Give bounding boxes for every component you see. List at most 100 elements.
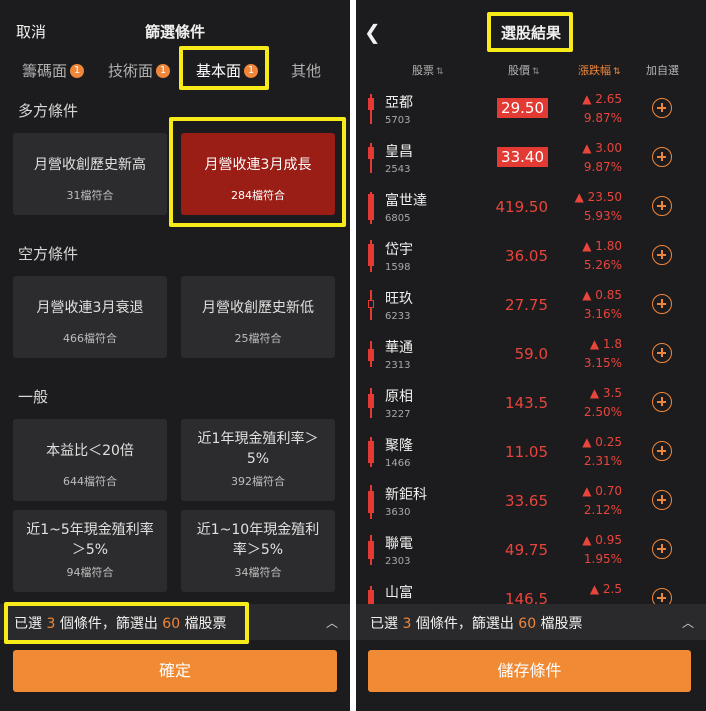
selection-summary-bar[interactable]: 已選 3 個條件，篩選出 60 檔股票 ︿ [356,604,706,640]
change-percent: 2.50% [583,405,622,419]
column-header-stock[interactable]: 股票 ⇅ [412,62,444,78]
candlestick-icon [368,94,374,124]
condition-count: 94檔符合 [66,566,114,579]
stock-name: 新鉅科 [385,487,427,503]
change-percent: 2.12% [583,503,622,517]
change-percent: 3.15% [583,356,622,370]
price-change: ▲ 2.5 [589,582,622,596]
change-percent: 5.26% [583,258,622,272]
tab-chips[interactable]: 籌碼面 1 [22,60,85,81]
price-change: ▲ 1.80 [582,239,622,253]
table-row[interactable]: 聯電 2303 49.75 ▲ 0.95 1.95% [356,529,706,578]
tab-label: 其他 [291,62,322,80]
condition-label: 近1~5年現金殖利率＞5% [26,522,154,558]
condition-count: 31檔符合 [66,189,114,202]
condition-card[interactable]: 近1年現金殖利率＞5% 392檔符合 [181,419,335,501]
stock-code: 1466 [385,458,411,469]
summary-middle: 個條件，篩選出 [411,616,519,632]
price-change: ▲ 0.85 [582,288,622,302]
candlestick-icon [368,437,374,467]
selection-summary: 已選 3 個條件，篩選出 60 檔股票 [370,613,583,633]
sort-icon: ⇅ [532,67,540,77]
stock-code: 6233 [385,311,411,322]
price-change: ▲ 0.70 [582,484,622,498]
column-header-price[interactable]: 股價 ⇅ [508,62,540,78]
candlestick-icon [368,388,374,418]
table-row[interactable]: 華通 2313 59.0 ▲ 1.8 3.15% [356,333,706,382]
price-change: ▲ 3.00 [582,141,622,155]
summary-prefix: 已選 [370,616,403,632]
table-row[interactable]: 亞都 5703 29.50 ▲ 2.65 9.87% [356,88,706,137]
stock-code: 1598 [385,262,411,273]
column-label: 股票 [412,64,434,77]
change-percent: 1.95% [583,552,622,566]
condition-card[interactable]: 月營收創歷史新高 31檔符合 [13,133,167,215]
price-change: ▲ 1.8 [589,337,622,351]
table-row[interactable]: 旺玖 6233 27.75 ▲ 0.85 3.16% [356,284,706,333]
change-percent: 9.87% [583,111,622,125]
add-watchlist-icon[interactable] [652,441,672,461]
stock-code: 2543 [385,164,411,175]
condition-card[interactable]: 月營收創歷史新低 25檔符合 [181,276,335,358]
add-watchlist-icon[interactable] [652,196,672,216]
stock-name: 皇昌 [385,144,413,160]
table-row[interactable]: 聚隆 1466 11.05 ▲ 0.25 2.31% [356,431,706,480]
tab-badge: 1 [156,63,171,78]
candlestick-icon [368,240,374,272]
add-watchlist-icon[interactable] [652,490,672,510]
table-row[interactable]: 皇昌 2543 33.40 ▲ 3.00 9.87% [356,137,706,186]
condition-label: 月營收創歷史新高 [34,157,146,173]
table-row[interactable]: 岱宇 1598 36.05 ▲ 1.80 5.26% [356,235,706,284]
price-change: ▲ 0.25 [582,435,622,449]
column-label: 漲跌幅 [578,64,611,77]
stock-name: 富世達 [385,193,427,209]
condition-label: 近1~10年現金殖利率＞5% [196,522,320,558]
stock-price: 11.05 [505,443,548,461]
section-title-general: 一般 [18,388,49,406]
section-title-bearish: 空方條件 [18,245,79,263]
condition-label: 近1年現金殖利率＞5% [197,431,319,467]
add-watchlist-icon[interactable] [652,539,672,559]
condition-count: 392檔符合 [231,475,285,488]
add-watchlist-icon[interactable] [652,98,672,118]
stock-name: 山富 [385,585,413,601]
add-watchlist-icon[interactable] [652,392,672,412]
column-header-change[interactable]: 漲跌幅 ⇅ [578,62,621,78]
summary-suffix: 檔股票 [536,616,583,632]
tab-label: 籌碼面 [22,62,68,80]
save-conditions-button[interactable]: 儲存條件 [368,650,691,692]
candlestick-icon [368,192,374,224]
tab-other[interactable]: 其他 [291,60,321,81]
condition-card[interactable]: 月營收連3月衰退 466檔符合 [13,276,167,358]
condition-label: 月營收連3月衰退 [36,300,144,316]
table-row[interactable]: 富世達 6805 419.50 ▲ 23.50 5.93% [356,186,706,235]
stock-name: 原相 [385,389,413,405]
highlight-box [4,602,249,644]
tab-technical[interactable]: 技術面 1 [108,60,171,81]
change-percent: 9.87% [583,160,622,174]
candlestick-icon [368,341,374,367]
stock-price: 33.40 [497,147,548,167]
add-watchlist-icon[interactable] [652,245,672,265]
stock-code: 5703 [385,115,411,126]
chevron-up-icon[interactable]: ︿ [326,614,338,631]
confirm-button[interactable]: 確定 [13,650,337,692]
add-watchlist-icon[interactable] [652,294,672,314]
add-watchlist-icon[interactable] [652,147,672,167]
stock-name: 亞都 [385,95,413,111]
condition-card[interactable]: 近1~5年現金殖利率＞5% 94檔符合 [13,510,167,592]
condition-count: 466檔符合 [63,332,117,345]
price-change: ▲ 2.65 [582,92,622,106]
table-row[interactable]: 原相 3227 143.5 ▲ 3.5 2.50% [356,382,706,431]
table-row[interactable]: 新鉅科 3630 33.65 ▲ 0.70 2.12% [356,480,706,529]
column-header-add: 加自選 [646,64,679,77]
chevron-up-icon[interactable]: ︿ [682,614,694,631]
condition-count: 25檔符合 [234,332,282,345]
filter-panel: 取消 篩選條件 籌碼面 1 技術面 1 基本面 1 其他 多方條件 月營收創歷史… [0,0,350,711]
stock-code: 3630 [385,507,411,518]
condition-card[interactable]: 本益比＜20倍 644檔符合 [13,419,167,501]
add-watchlist-icon[interactable] [652,343,672,363]
condition-card[interactable]: 近1~10年現金殖利率＞5% 34檔符合 [181,510,335,592]
stock-price: 29.50 [497,98,548,118]
highlight-box [169,117,346,227]
